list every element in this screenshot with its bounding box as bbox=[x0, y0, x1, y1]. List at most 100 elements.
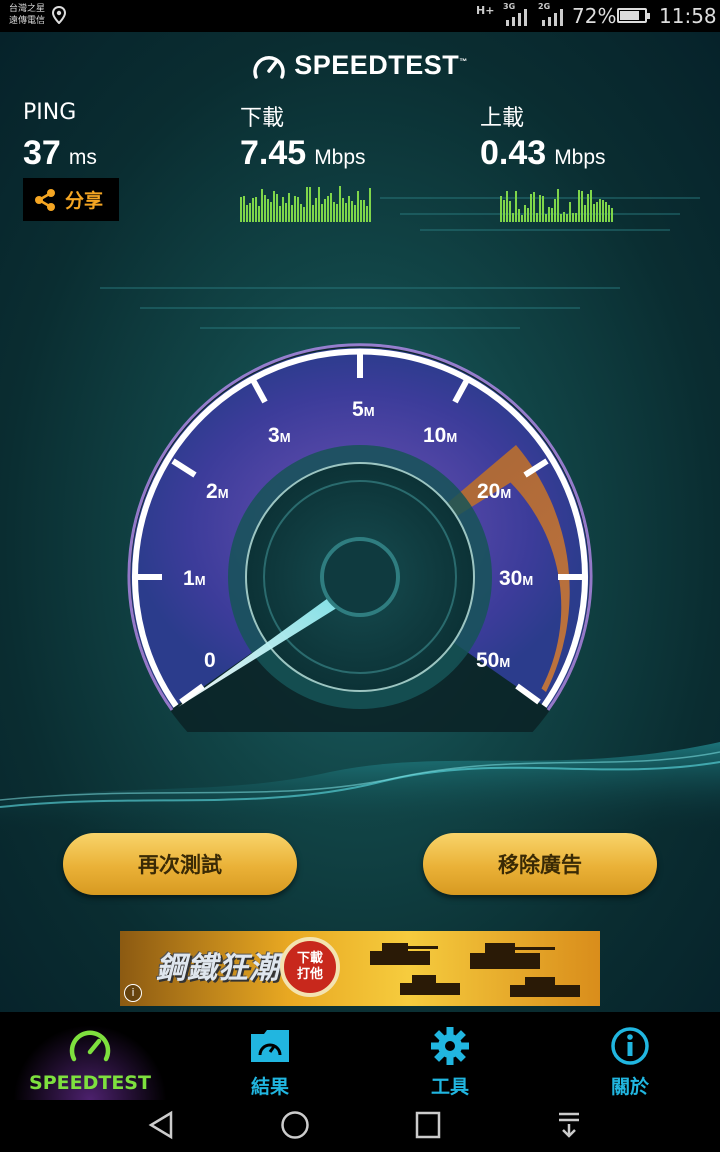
sparkline-bar bbox=[578, 190, 580, 222]
recent-apps-icon[interactable] bbox=[414, 1110, 442, 1140]
download-number: 7.45 bbox=[240, 134, 307, 172]
sparkline-bar bbox=[500, 196, 502, 222]
scale-unit-30: M bbox=[522, 573, 533, 588]
ping-value: 37 ms bbox=[23, 134, 97, 173]
scale-label-5: 5 bbox=[352, 398, 364, 421]
sparkline-bar bbox=[264, 195, 266, 222]
home-icon[interactable] bbox=[280, 1110, 310, 1140]
sparkline-bar bbox=[584, 205, 586, 222]
sparkline-bar bbox=[533, 192, 535, 222]
retest-button[interactable]: 再次測試 bbox=[63, 833, 297, 895]
scale-unit-3: M bbox=[280, 430, 291, 445]
sparkline-bar bbox=[255, 197, 257, 222]
scale-unit-2: M bbox=[218, 486, 229, 501]
speedometer-logo-icon bbox=[253, 56, 285, 79]
sparkline-bar bbox=[551, 208, 553, 222]
ad-banner[interactable]: 鋼鐵狂潮 下載 打他 i bbox=[120, 931, 600, 1006]
carrier-names: 台灣之星 遠傳電信 bbox=[9, 3, 45, 27]
network-type-2g: 2G bbox=[538, 2, 551, 11]
sparkline-bar bbox=[249, 203, 251, 222]
sparkline-bar bbox=[330, 193, 332, 222]
sparkline-bar bbox=[518, 209, 520, 222]
sparkline-bar bbox=[246, 205, 248, 222]
tab-about[interactable]: 關於 bbox=[540, 1012, 720, 1100]
sparkline-bar bbox=[366, 206, 368, 222]
gear-icon bbox=[431, 1027, 469, 1065]
tab-tools[interactable]: 工具 bbox=[360, 1012, 540, 1100]
scale-unit-50: M bbox=[499, 655, 510, 670]
info-icon bbox=[611, 1027, 649, 1065]
tab-results[interactable]: 結果 bbox=[180, 1012, 360, 1100]
sparkline-bar bbox=[336, 204, 338, 222]
sparkline-bar bbox=[327, 196, 329, 222]
scale-unit-10: M bbox=[446, 430, 457, 445]
sparkline-bar bbox=[593, 204, 595, 222]
scale-label-30: 30 bbox=[499, 567, 522, 590]
sparkline-bar bbox=[596, 202, 598, 222]
sparkline-bar bbox=[536, 213, 538, 222]
location-icon bbox=[52, 6, 66, 24]
tab-label-speedtest: SPEEDTEST bbox=[29, 1072, 151, 1094]
sparkline-bar bbox=[300, 204, 302, 222]
sparkline-bar bbox=[587, 194, 589, 222]
sparkline-bar bbox=[611, 208, 613, 222]
logo-text: SPEEDTEST bbox=[294, 50, 460, 80]
sparkline-bar bbox=[354, 205, 356, 222]
sparkline-bar bbox=[563, 212, 565, 222]
speedometer-icon bbox=[69, 1030, 111, 1062]
sparkline-bar bbox=[566, 214, 568, 222]
back-icon[interactable] bbox=[147, 1110, 175, 1140]
sparkline-bar bbox=[360, 200, 362, 222]
sparkline-bar bbox=[602, 200, 604, 222]
download-unit: Mbps bbox=[314, 146, 366, 169]
sparkline-bar bbox=[521, 215, 523, 222]
sparkline-bar bbox=[539, 195, 541, 222]
gauge-needle-pivot bbox=[320, 537, 400, 617]
remove-ads-button[interactable]: 移除廣告 bbox=[423, 833, 657, 895]
bottom-tab-bar: SPEEDTEST 結果 工具 關於 bbox=[0, 1012, 720, 1100]
sparkline-bar bbox=[557, 189, 559, 222]
sparkline-bar bbox=[572, 213, 574, 222]
ad-info-icon[interactable]: i bbox=[124, 984, 142, 1002]
sparkline-bar bbox=[506, 191, 508, 222]
share-button[interactable]: 分享 bbox=[23, 178, 119, 221]
sparkline-bar bbox=[548, 207, 550, 222]
sparkline-bar bbox=[270, 202, 272, 222]
download-sparkline bbox=[240, 182, 371, 222]
sparkline-bar bbox=[560, 214, 562, 222]
sparkline-bar bbox=[294, 196, 296, 222]
sparkline-bar bbox=[581, 191, 583, 222]
upload-number: 0.43 bbox=[480, 134, 547, 172]
ad-download-badge[interactable]: 下載 打他 bbox=[280, 937, 340, 997]
sparkline-bar bbox=[306, 187, 308, 222]
ping-label: PING bbox=[23, 100, 77, 125]
trademark-symbol: ™ bbox=[459, 57, 468, 66]
sparkline-bar bbox=[554, 199, 556, 222]
sparkline-bar bbox=[503, 200, 505, 222]
sparkline-bar bbox=[279, 206, 281, 222]
notification-pulldown-icon[interactable] bbox=[556, 1110, 582, 1140]
clock: 11:58 bbox=[659, 4, 717, 28]
ad-badge-line1: 下載 bbox=[296, 951, 323, 966]
scale-unit-5: M bbox=[364, 404, 375, 419]
sparkline-bar bbox=[303, 207, 305, 222]
system-navigation-bar bbox=[0, 1100, 720, 1152]
sparkline-bar bbox=[608, 205, 610, 222]
background-wave bbox=[0, 742, 720, 832]
sparkline-bar bbox=[312, 205, 314, 222]
sparkline-bar bbox=[575, 213, 577, 222]
sparkline-bar bbox=[324, 199, 326, 222]
ad-tanks-graphic bbox=[370, 943, 580, 997]
upload-sparkline bbox=[500, 182, 613, 222]
scale-label-20: 20 bbox=[477, 480, 500, 503]
tab-speedtest[interactable]: SPEEDTEST bbox=[0, 1012, 180, 1100]
ping-unit: ms bbox=[68, 146, 97, 169]
sparkline-bar bbox=[333, 202, 335, 222]
sparkline-bar bbox=[339, 186, 341, 222]
sparkline-bar bbox=[261, 189, 263, 222]
sparkline-bar bbox=[515, 191, 517, 222]
upload-unit: Mbps bbox=[554, 146, 606, 169]
sparkline-bar bbox=[363, 200, 365, 222]
sparkline-bar bbox=[273, 191, 275, 222]
sparkline-bar bbox=[285, 203, 287, 222]
